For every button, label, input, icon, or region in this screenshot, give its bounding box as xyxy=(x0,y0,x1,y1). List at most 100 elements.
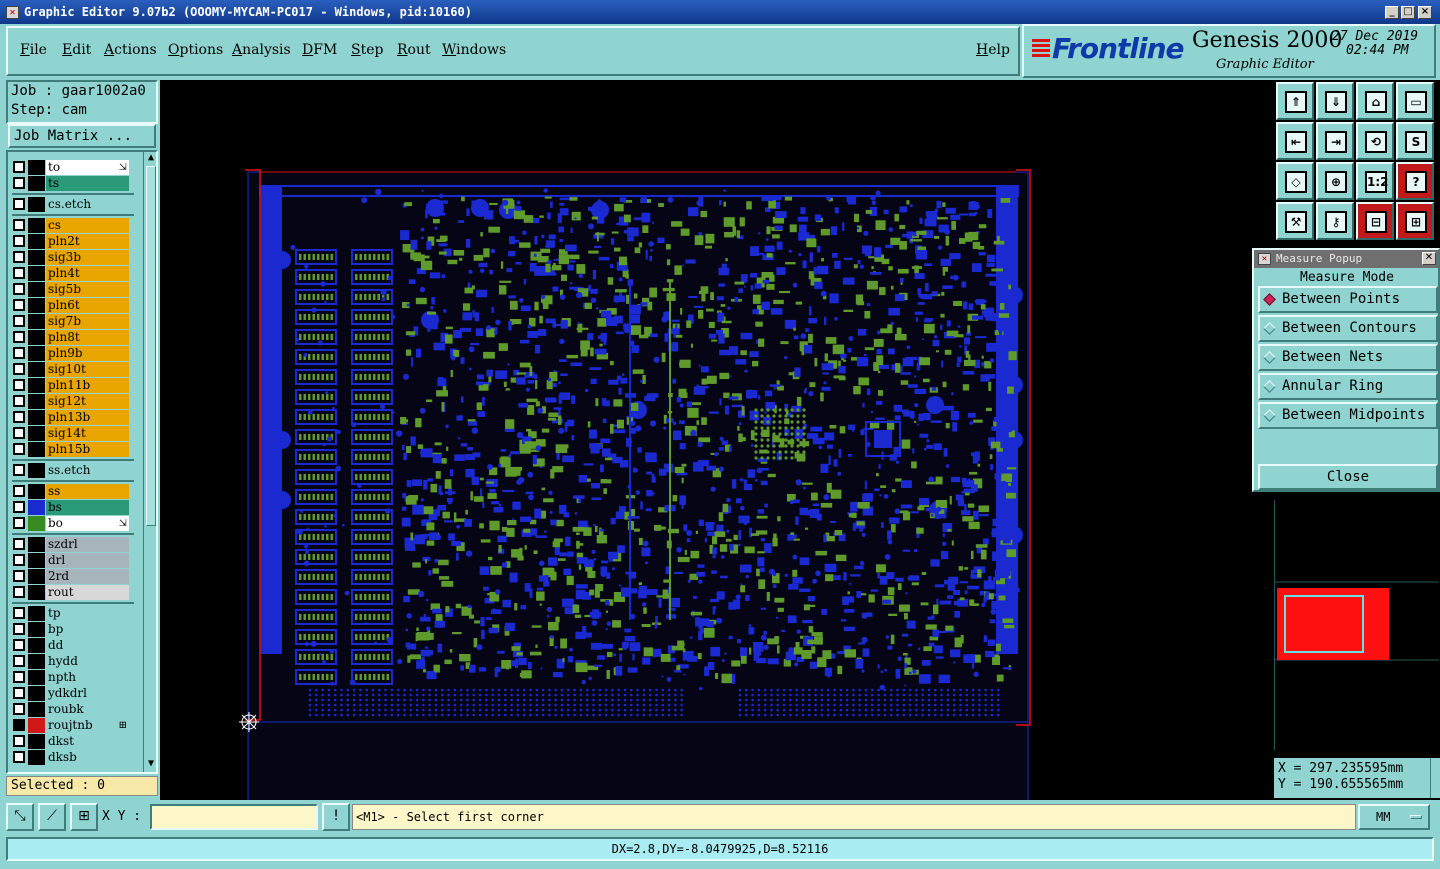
layer-name[interactable]: pln9b xyxy=(46,346,129,361)
layer-row-dkst[interactable]: dkst xyxy=(12,734,134,749)
measure-snap-icon[interactable]: ⟋ xyxy=(38,803,66,831)
layer-color-swatch[interactable] xyxy=(28,734,45,749)
layer-row-sig7b[interactable]: sig7b xyxy=(12,314,134,329)
pcb-board-view[interactable] xyxy=(160,80,1272,800)
layer-checkbox[interactable] xyxy=(13,443,25,455)
layer-checkbox[interactable] xyxy=(13,395,25,407)
layer-row-bo[interactable]: bo ⇲ xyxy=(12,516,134,531)
overview-map[interactable] xyxy=(1274,500,1439,750)
layer-color-swatch[interactable] xyxy=(28,362,45,377)
layer-row-bp[interactable]: bp xyxy=(12,622,134,637)
scroll-thumb[interactable] xyxy=(146,166,156,526)
layer-color-swatch[interactable] xyxy=(28,314,45,329)
layer-color-swatch[interactable] xyxy=(28,638,45,653)
app-icon[interactable]: ✕ xyxy=(6,6,19,19)
snap-icon[interactable]: ⤡ xyxy=(6,803,34,831)
menu-dfm[interactable]: DFM xyxy=(302,42,337,58)
layer-row-sig3b[interactable]: sig3b xyxy=(12,250,134,265)
layer-checkbox[interactable] xyxy=(13,283,25,295)
layer-color-swatch[interactable] xyxy=(28,197,45,212)
layer-row-pln8t[interactable]: pln8t xyxy=(12,330,134,345)
layer-row-ydkdrl[interactable]: ydkdrl xyxy=(12,686,134,701)
layer-name[interactable]: sig12t xyxy=(46,394,129,409)
layer-color-swatch[interactable] xyxy=(28,218,45,233)
home-icon[interactable]: ⌂ xyxy=(1356,82,1394,120)
layer-color-swatch[interactable] xyxy=(28,298,45,313)
layer-checkbox[interactable] xyxy=(13,347,25,359)
layer-color-swatch[interactable] xyxy=(28,330,45,345)
layer-name[interactable]: pln11b xyxy=(46,378,129,393)
layer-name[interactable]: cs xyxy=(46,218,129,233)
layer-name[interactable]: sig7b xyxy=(46,314,129,329)
layer-row-pln6t[interactable]: pln6t xyxy=(12,298,134,313)
layer-row-roubk[interactable]: roubk xyxy=(12,702,134,717)
layer-color-swatch[interactable] xyxy=(28,537,45,552)
layer-checkbox[interactable] xyxy=(13,607,25,619)
layer-name[interactable]: dd xyxy=(46,638,129,653)
layer-name[interactable]: bo ⇲ xyxy=(46,516,129,531)
layer-name[interactable]: rout xyxy=(46,585,129,600)
menu-rout[interactable]: Rout xyxy=(397,42,431,58)
maximize-button[interactable]: □ xyxy=(1401,6,1415,19)
layer-row-ts[interactable]: ts xyxy=(12,176,134,191)
measure-option-between-nets[interactable]: Between Nets xyxy=(1258,344,1438,371)
snap-off-icon[interactable]: ⊞ xyxy=(1396,202,1434,240)
layer-name[interactable]: pln2t xyxy=(46,234,129,249)
layer-row-drl[interactable]: drl xyxy=(12,553,134,568)
layer-checkbox[interactable] xyxy=(13,251,25,263)
wrench-icon[interactable]: ⚒ xyxy=(1276,202,1314,240)
layer-color-swatch[interactable] xyxy=(28,553,45,568)
measure-option-annular-ring[interactable]: Annular Ring xyxy=(1258,373,1438,400)
measure-option-between-points[interactable]: Between Points xyxy=(1258,286,1438,313)
window-icon[interactable]: ▭ xyxy=(1396,82,1434,120)
units-selector[interactable]: MM xyxy=(1358,804,1430,830)
menu-actions[interactable]: Actions xyxy=(104,42,157,58)
layer-checkbox[interactable] xyxy=(13,427,25,439)
layer-name[interactable]: ydkdrl xyxy=(46,686,129,701)
layer-name[interactable]: pln8t xyxy=(46,330,129,345)
layer-checkbox[interactable] xyxy=(13,299,25,311)
layer-checkbox[interactable] xyxy=(13,687,25,699)
layer-row-cs.etch[interactable]: cs.etch xyxy=(12,197,134,212)
key-icon[interactable]: ⚷ xyxy=(1316,202,1354,240)
layer-checkbox[interactable] xyxy=(13,538,25,550)
close-window-button[interactable]: × xyxy=(1418,6,1432,19)
layer-color-swatch[interactable] xyxy=(28,606,45,621)
layer-color-swatch[interactable] xyxy=(28,585,45,600)
layer-color-swatch[interactable] xyxy=(28,516,45,531)
layer-color-swatch[interactable] xyxy=(28,463,45,478)
layer-row-ss.etch[interactable]: ss.etch xyxy=(12,463,134,478)
layer-row-sig14t[interactable]: sig14t xyxy=(12,426,134,441)
scale-icon[interactable]: 1:2 xyxy=(1356,162,1394,200)
layer-checkbox[interactable] xyxy=(13,554,25,566)
layer-checkbox[interactable] xyxy=(13,219,25,231)
layer-name[interactable]: pln4t xyxy=(46,266,129,281)
layer-color-swatch[interactable] xyxy=(28,410,45,425)
layer-color-swatch[interactable] xyxy=(28,394,45,409)
grid-icon[interactable]: ⊞ xyxy=(70,803,98,831)
layer-checkbox[interactable] xyxy=(13,331,25,343)
layer-name[interactable]: hydd xyxy=(46,654,129,669)
layer-color-swatch[interactable] xyxy=(28,176,45,191)
layer-row-sig12t[interactable]: sig12t xyxy=(12,394,134,409)
layer-name[interactable]: ts xyxy=(46,176,129,191)
layer-name[interactable]: dkst xyxy=(46,734,129,749)
layer-scrollbar[interactable]: ▲ ▼ xyxy=(143,152,156,772)
layer-checkbox[interactable] xyxy=(13,586,25,598)
layer-color-swatch[interactable] xyxy=(28,670,45,685)
measure-option-between-contours[interactable]: Between Contours xyxy=(1258,315,1438,342)
layer-checkbox[interactable] xyxy=(13,501,25,513)
popup-close-icon[interactable]: ✕ xyxy=(1422,252,1436,265)
menu-step[interactable]: Step xyxy=(351,42,383,58)
s-shape-icon[interactable]: S xyxy=(1396,122,1434,160)
layer-row-pln4t[interactable]: pln4t xyxy=(12,266,134,281)
layer-row-ss[interactable]: ss xyxy=(12,484,134,499)
layer-color-swatch[interactable] xyxy=(28,442,45,457)
scroll-up-icon[interactable]: ▲ xyxy=(145,152,156,164)
layer-row-dd[interactable]: dd xyxy=(12,638,134,653)
layer-name[interactable]: ss xyxy=(46,484,129,499)
layer-name[interactable]: pln15b xyxy=(46,442,129,457)
layer-checkbox[interactable] xyxy=(13,751,25,763)
menu-file[interactable]: File xyxy=(20,42,47,58)
layer-name[interactable]: bs xyxy=(46,500,129,515)
